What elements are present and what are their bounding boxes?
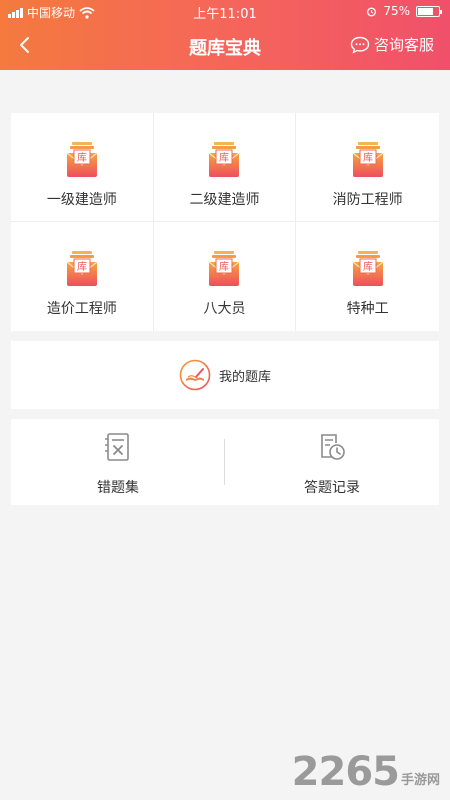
question-bank-icon: 库 [66, 142, 98, 177]
category-label: 消防工程师 [332, 192, 403, 208]
question-bank-icon: 库 [209, 142, 240, 177]
alarm-icon [367, 6, 377, 16]
category-label: 二级建造师 [189, 192, 260, 208]
icon-char: 库 [77, 260, 87, 273]
customer-service-button[interactable]: 咨询客服 [350, 34, 434, 55]
back-button[interactable] [10, 30, 40, 60]
battery-icon [416, 5, 442, 17]
icon-char: 库 [219, 260, 229, 273]
question-bank-icon: 库 [209, 251, 240, 286]
tools-panel: 错题集 答题记录 [11, 419, 439, 505]
battery-fill [418, 7, 433, 15]
question-bank-icon: 库 [66, 251, 98, 286]
history-clock-icon [321, 434, 345, 460]
category-item[interactable]: 库八大员 [154, 222, 297, 331]
answer-history-button[interactable]: 答题记录 [225, 419, 439, 505]
icon-char: 库 [363, 260, 373, 273]
category-item[interactable]: 库二级建造师 [153, 113, 297, 222]
category-item[interactable]: 库造价工程师 [11, 222, 154, 331]
my-question-bank-button[interactable]: 我的题库 [11, 341, 439, 409]
category-label: 特种工 [346, 301, 389, 317]
icon-char: 库 [219, 151, 229, 164]
site-watermark: 2265 手游网 [292, 752, 440, 792]
question-bank-icon: 库 [352, 251, 384, 286]
navigation-bar: 题库宝典 咨询客服 [0, 22, 450, 70]
chevron-left-icon [20, 37, 29, 53]
wrong-questions-button[interactable]: 错题集 [11, 419, 225, 505]
category-label: 造价工程师 [46, 301, 117, 317]
book-pen-icon [179, 359, 211, 391]
category-label: 八大员 [203, 301, 246, 317]
tools-divider [224, 439, 225, 485]
chat-bubble-icon [350, 36, 370, 54]
battery-percent: 75% [383, 4, 410, 18]
category-item[interactable]: 库一级建造师 [11, 113, 154, 222]
watermark-text: 手游网 [400, 773, 440, 788]
category-grid: 库一级建造师库二级建造师库消防工程师库造价工程师库八大员库特种工 [11, 113, 439, 331]
my-question-bank-label: 我的题库 [218, 369, 271, 385]
status-bar: 中国移动 上午11:01 75% [0, 0, 450, 22]
icon-char: 库 [77, 151, 87, 164]
category-item[interactable]: 库特种工 [296, 222, 439, 331]
wrong-questions-label: 错题集 [97, 480, 139, 496]
wrong-notebook-icon [105, 433, 129, 461]
watermark-number: 2265 [291, 749, 400, 795]
category-item[interactable]: 库消防工程师 [296, 113, 439, 222]
customer-service-label: 咨询客服 [373, 36, 434, 54]
header-bar: 中国移动 上午11:01 75% 题库宝典 咨询客服 [0, 0, 450, 70]
category-label: 一级建造师 [46, 192, 117, 208]
icon-char: 库 [363, 151, 373, 164]
answer-history-label: 答题记录 [304, 480, 360, 496]
status-right: 75% [366, 4, 442, 18]
question-bank-icon: 库 [352, 142, 384, 177]
